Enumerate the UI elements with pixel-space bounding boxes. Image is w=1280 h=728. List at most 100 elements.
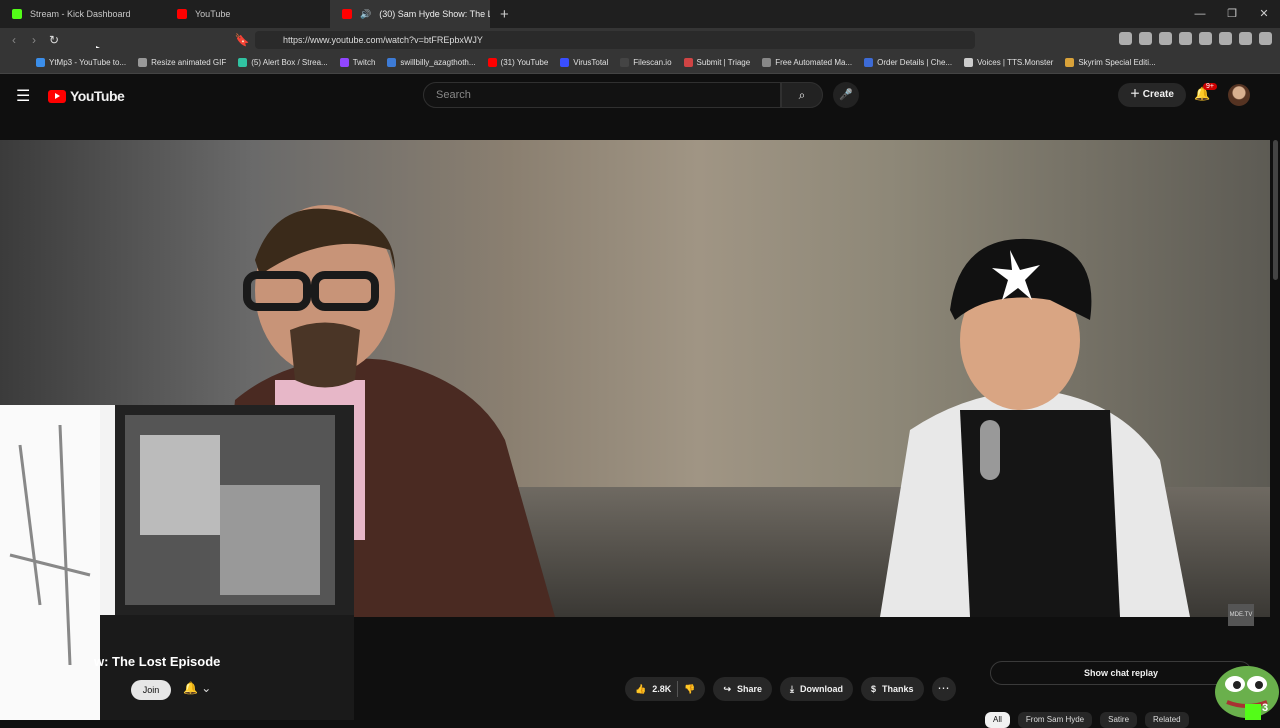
- bookmark-site-icon: [964, 58, 974, 67]
- bookmark-label: Voices | TTS.Monster: [977, 58, 1054, 67]
- extension-icon[interactable]: [1139, 32, 1152, 45]
- bookmark-site-icon: [762, 58, 772, 67]
- bookmark-label: Skyrim Special Editi...: [1078, 58, 1156, 67]
- bookmark-item[interactable]: Skyrim Special Editi...: [1065, 58, 1156, 67]
- youtube-logo[interactable]: YouTube: [48, 88, 125, 104]
- bookmark-item[interactable]: Filescan.io: [620, 58, 672, 67]
- download-icon: ⤓: [790, 683, 794, 694]
- skyrim-icon: [1065, 58, 1075, 67]
- extension-icon[interactable]: [1199, 32, 1212, 45]
- speaker-icon: 🔊: [360, 8, 372, 19]
- video-watermark: MDE.TV: [1228, 604, 1254, 626]
- ytmp3-icon: [36, 58, 45, 67]
- youtube-icon: [342, 9, 352, 19]
- bookmark-item[interactable]: Voices | TTS.Monster: [964, 58, 1053, 67]
- bookmark-label: Order Details | Che...: [877, 58, 953, 67]
- join-button[interactable]: Join: [131, 680, 171, 700]
- search-button[interactable]: ⌕: [781, 82, 823, 108]
- extension-icon[interactable]: [1119, 32, 1132, 45]
- divider: [677, 681, 679, 697]
- new-tab-button[interactable]: +: [490, 6, 519, 23]
- mouse-cursor: [96, 46, 100, 48]
- bookmark-label: swillbilly_azagthoth...: [400, 58, 476, 67]
- subscription-bell-icon[interactable]: 🔔 ⌄: [183, 681, 211, 695]
- chip-related[interactable]: Related: [1145, 712, 1189, 728]
- maximize-button[interactable]: ❐: [1216, 0, 1248, 28]
- extension-icon[interactable]: [1239, 32, 1252, 45]
- bookmark-item[interactable]: YtMp3 - YouTube to...: [36, 58, 126, 67]
- like-count[interactable]: 2.8K: [652, 684, 671, 694]
- mic-icon: 🎤: [839, 89, 853, 101]
- streamlabs-icon: [238, 58, 248, 67]
- reload-icon[interactable]: ↻: [44, 33, 64, 47]
- minimize-button[interactable]: —: [1184, 0, 1216, 28]
- bookmark-label: YtMp3 - YouTube to...: [49, 58, 127, 67]
- youtube-header: ☰ YouTube Search ⌕ 🎤 ＋ Create 🔔 9+: [0, 74, 1280, 116]
- youtube-icon: [177, 9, 187, 19]
- dislike-icon[interactable]: 👎: [684, 684, 695, 695]
- tab-sam-hyde-show[interactable]: 🔊 (30) Sam Hyde Show: The Lo ✕: [330, 0, 490, 28]
- create-button[interactable]: ＋ Create: [1118, 83, 1186, 107]
- bookmark-item[interactable]: Order Details | Che...: [864, 58, 952, 67]
- bookmark-label: Submit | Triage: [696, 58, 751, 67]
- bookmark-label: VirusTotal: [573, 58, 609, 67]
- like-dislike-group: 👍 2.8K 👎: [625, 677, 706, 701]
- extension-toolbar: [1119, 32, 1272, 45]
- bookmark-label: (31) YouTube: [500, 58, 549, 67]
- url-text: https://www.youtube.com/watch?v=btFREpbx…: [283, 35, 483, 45]
- bookmark-item[interactable]: (31) YouTube: [487, 58, 549, 67]
- bookmark-label: (5) Alert Box / Strea...: [251, 58, 328, 67]
- bookmark-icon[interactable]: 🔖: [232, 33, 252, 47]
- forward-icon[interactable]: ›: [24, 33, 44, 47]
- window-controls: — ❐ ✕: [1184, 0, 1280, 28]
- search-placeholder: Search: [436, 89, 471, 101]
- page-scrollbar[interactable]: [1273, 140, 1278, 280]
- bookmark-item[interactable]: VirusTotal: [560, 58, 608, 67]
- extension-icon[interactable]: [1219, 32, 1232, 45]
- share-button[interactable]: ↪ Share: [713, 677, 773, 701]
- thanks-button[interactable]: $ Thanks: [861, 677, 924, 701]
- tab-title: Stream - Kick Dashboard: [30, 9, 131, 19]
- bookmark-item[interactable]: (5) Alert Box / Strea...: [238, 58, 328, 67]
- tab-title: (30) Sam Hyde Show: The Lo: [379, 9, 490, 19]
- search-input[interactable]: Search: [423, 82, 781, 108]
- bookmark-item[interactable]: Twitch: [339, 58, 375, 67]
- bookmark-label: Free Automated Ma...: [775, 58, 853, 67]
- bookmark-item[interactable]: Free Automated Ma...: [762, 58, 852, 67]
- close-window-button[interactable]: ✕: [1248, 0, 1280, 28]
- chip-from-channel[interactable]: From Sam Hyde: [1017, 712, 1093, 728]
- share-label: Share: [737, 684, 763, 694]
- extension-icon[interactable]: [1159, 32, 1172, 45]
- browser-tab-bar: Stream - Kick Dashboard YouTube 🔊 (30) S…: [0, 0, 1280, 28]
- avatar[interactable]: [1228, 84, 1250, 106]
- chip-satire[interactable]: Satire: [1100, 712, 1138, 728]
- more-actions-button[interactable]: ⋯: [931, 677, 956, 701]
- filescan-icon: [620, 58, 630, 67]
- bookmark-site-icon: [387, 58, 397, 67]
- video-title: w: The Lost Episode: [94, 654, 221, 669]
- menu-hamburger-icon[interactable]: ☰: [16, 86, 30, 106]
- bookmark-item[interactable]: Resize animated GIF: [138, 58, 226, 67]
- tab-kick-dashboard[interactable]: Stream - Kick Dashboard: [0, 0, 165, 28]
- voice-search-button[interactable]: 🎤: [833, 82, 859, 108]
- gif-icon: [138, 58, 148, 67]
- share-icon: ↪: [723, 683, 731, 694]
- download-button[interactable]: ⤓ Download: [780, 677, 853, 701]
- notification-badge: 9+: [1203, 83, 1217, 90]
- tab-title: YouTube: [195, 9, 231, 19]
- bookmark-item[interactable]: Submit | Triage: [683, 58, 751, 67]
- youtube-icon: [487, 58, 497, 67]
- address-bar-row: ‹ › ↻ 🔖 https://www.youtube.com/watch?v=…: [0, 28, 1280, 52]
- bookmark-label: Resize animated GIF: [151, 58, 227, 67]
- extension-icon[interactable]: [1179, 32, 1192, 45]
- url-field[interactable]: https://www.youtube.com/watch?v=btFREpbx…: [255, 31, 975, 49]
- menu-icon[interactable]: [1259, 32, 1272, 45]
- kick-icon: [12, 9, 22, 19]
- back-icon[interactable]: ‹: [4, 33, 24, 47]
- like-icon[interactable]: 👍: [635, 684, 646, 695]
- tab-youtube[interactable]: YouTube: [165, 0, 330, 28]
- bookmark-item[interactable]: swillbilly_azagthoth...: [387, 58, 476, 67]
- chip-all[interactable]: All: [985, 712, 1010, 728]
- related-filter-chips: All From Sam Hyde Satire Related: [985, 712, 1189, 728]
- video-actions: 👍 2.8K 👎 ↪ Share ⤓ Download $ Thanks ⋯: [625, 677, 956, 701]
